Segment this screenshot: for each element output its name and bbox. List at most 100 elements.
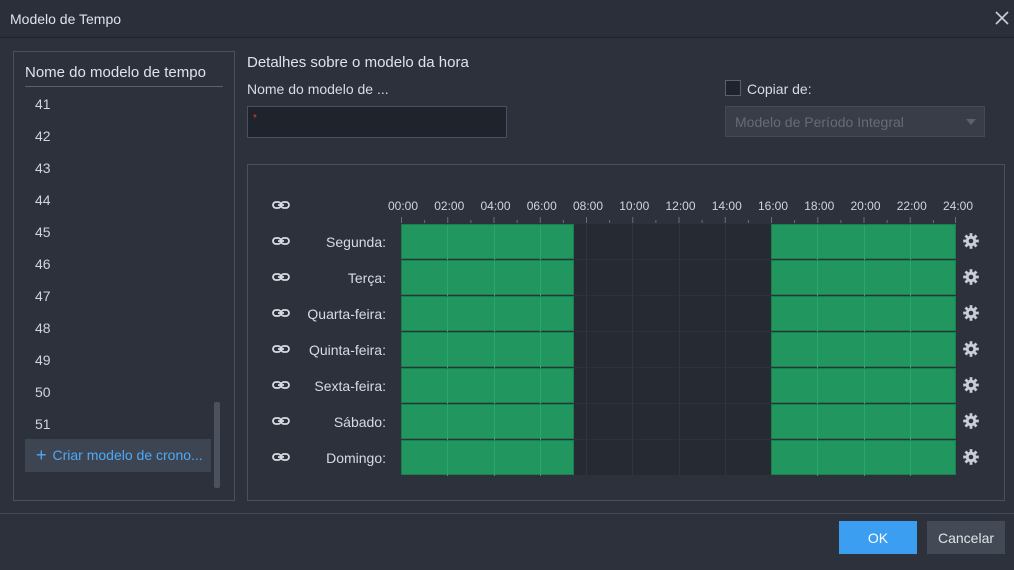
segment-grid-line — [863, 333, 865, 368]
segment-grid-line — [817, 333, 819, 368]
link-all-icon[interactable] — [271, 196, 291, 214]
grid-line — [724, 260, 726, 295]
segment-grid-line — [493, 441, 495, 476]
template-name-label: Nome do modelo de ... — [247, 81, 389, 97]
time-label: 12:00 — [665, 199, 696, 213]
grid-line — [724, 440, 726, 475]
segment-grid-line — [863, 261, 865, 296]
active-period-segment[interactable] — [771, 368, 956, 404]
grid-line — [678, 260, 680, 295]
active-period-segment[interactable] — [771, 404, 956, 440]
list-item[interactable]: 41 — [14, 88, 224, 120]
gear-icon[interactable] — [962, 340, 980, 358]
cancel-button[interactable]: Cancelar — [927, 521, 1005, 554]
list-item[interactable]: 43 — [14, 152, 224, 184]
time-label: 24:00 — [943, 199, 974, 213]
segment-grid-line — [447, 405, 449, 440]
list-item[interactable]: 51 — [14, 408, 224, 440]
grid-line — [678, 404, 680, 439]
list-item[interactable]: 49 — [14, 344, 224, 376]
gear-icon[interactable] — [962, 376, 980, 394]
grid-line — [678, 224, 680, 259]
title-bar: Modelo de Tempo — [0, 0, 1014, 38]
active-period-segment[interactable] — [401, 260, 575, 296]
active-period-segment[interactable] — [771, 296, 956, 332]
list-item[interactable]: 50 — [14, 376, 224, 408]
gear-icon[interactable] — [962, 304, 980, 322]
grid-line — [678, 368, 680, 403]
segment-grid-line — [909, 333, 911, 368]
time-label: 10:00 — [619, 199, 650, 213]
day-schedule-bar[interactable] — [401, 224, 956, 260]
window-title: Modelo de Tempo — [10, 11, 122, 27]
grid-line — [678, 332, 680, 367]
active-period-segment[interactable] — [401, 332, 575, 368]
list-item[interactable]: 46 — [14, 248, 224, 280]
segment-grid-line — [909, 225, 911, 260]
active-period-segment[interactable] — [401, 224, 575, 260]
template-name-input[interactable]: * — [247, 106, 507, 138]
ok-button[interactable]: OK — [839, 521, 917, 554]
segment-grid-line — [539, 261, 541, 296]
create-template-label: Criar modelo de crono... — [52, 447, 203, 463]
list-header: Nome do modelo de tempo — [25, 64, 223, 87]
active-period-segment[interactable] — [401, 296, 575, 332]
list-item[interactable]: 47 — [14, 280, 224, 312]
list-scrollbar[interactable] — [214, 402, 220, 488]
list-item[interactable]: 45 — [14, 216, 224, 248]
day-schedule-bar[interactable] — [401, 332, 956, 368]
grid-line — [632, 332, 634, 367]
create-template-button[interactable]: + Criar modelo de crono... — [25, 439, 211, 472]
required-mark: * — [253, 113, 257, 124]
day-schedule-bar[interactable] — [401, 404, 956, 440]
day-label: Quarta-feira: — [307, 306, 386, 322]
time-label: 22:00 — [896, 199, 927, 213]
time-label: 02:00 — [434, 199, 465, 213]
grid-line — [724, 368, 726, 403]
segment-grid-line — [909, 369, 911, 404]
segment-grid-line — [447, 297, 449, 332]
copy-from-select[interactable]: Modelo de Período Integral — [725, 106, 985, 137]
copy-from-checkbox[interactable] — [725, 80, 741, 96]
list-item[interactable]: 48 — [14, 312, 224, 344]
day-label: Domingo: — [326, 450, 386, 466]
day-schedule-bar[interactable] — [401, 296, 956, 332]
grid-line — [632, 296, 634, 331]
grid-line — [586, 332, 587, 367]
details-title: Detalhes sobre o modelo da hora — [247, 54, 469, 71]
list-item[interactable]: 44 — [14, 184, 224, 216]
day-schedule-bar[interactable] — [401, 368, 956, 404]
segment-grid-line — [539, 405, 541, 440]
active-period-segment[interactable] — [401, 440, 575, 476]
grid-line — [724, 224, 726, 259]
list-item[interactable]: 42 — [14, 120, 224, 152]
segment-grid-line — [863, 405, 865, 440]
gear-icon[interactable] — [962, 268, 980, 286]
close-icon[interactable] — [993, 9, 1011, 27]
active-period-segment[interactable] — [771, 440, 956, 476]
gear-icon[interactable] — [962, 448, 980, 466]
gear-icon[interactable] — [962, 412, 980, 430]
active-period-segment[interactable] — [401, 368, 575, 404]
segment-grid-line — [493, 333, 495, 368]
segment-grid-line — [909, 261, 911, 296]
grid-line — [724, 296, 726, 331]
segment-grid-line — [493, 225, 495, 260]
grid-line — [586, 404, 587, 439]
segment-grid-line — [539, 225, 541, 260]
segment-grid-line — [447, 261, 449, 296]
active-period-segment[interactable] — [771, 224, 956, 260]
segment-grid-line — [817, 225, 819, 260]
day-schedule-bar[interactable] — [401, 260, 956, 296]
gear-icon[interactable] — [962, 232, 980, 250]
time-label: 06:00 — [526, 199, 557, 213]
active-period-segment[interactable] — [771, 332, 956, 368]
segment-grid-line — [493, 297, 495, 332]
segment-grid-line — [863, 369, 865, 404]
segment-grid-line — [817, 441, 819, 476]
grid-line — [632, 260, 634, 295]
active-period-segment[interactable] — [771, 260, 956, 296]
active-period-segment[interactable] — [401, 404, 575, 440]
day-schedule-bar[interactable] — [401, 440, 956, 476]
grid-line — [586, 224, 587, 259]
